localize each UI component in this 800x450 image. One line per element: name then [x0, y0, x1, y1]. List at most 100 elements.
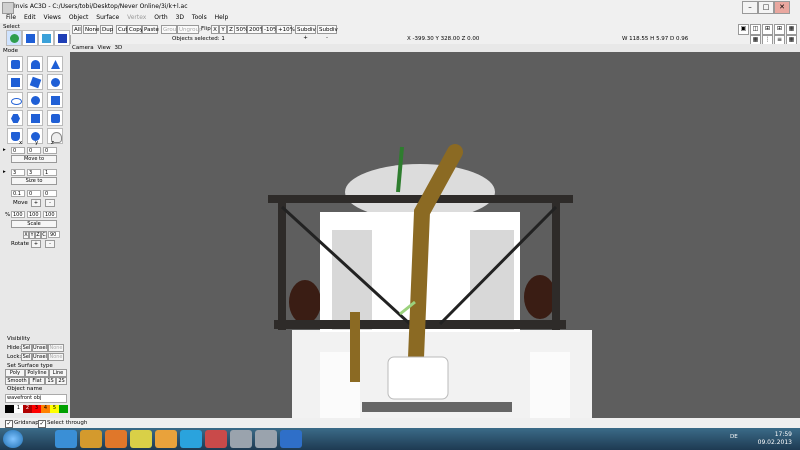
surface-polyline-button[interactable]: Polyline: [25, 369, 49, 377]
minimize-button[interactable]: –: [742, 1, 758, 14]
moveto-x-input[interactable]: 0: [11, 147, 25, 154]
paint-icon[interactable]: [205, 430, 227, 448]
polygon-tool-button[interactable]: [7, 110, 23, 126]
viewport-camera-menu[interactable]: Camera: [72, 45, 94, 51]
layout-grid-icon[interactable]: ▦: [786, 24, 797, 35]
gridsnap-checkbox[interactable]: ✓: [5, 420, 13, 428]
surface-poly-button[interactable]: Poly: [5, 369, 25, 377]
menu-edit[interactable]: Edit: [24, 14, 36, 21]
app-icon[interactable]: [155, 430, 177, 448]
move-x-input[interactable]: 0.1: [11, 190, 25, 197]
flip-y-button[interactable]: Y: [219, 25, 227, 34]
sizeto-x-input[interactable]: 3: [11, 169, 25, 176]
skype-icon[interactable]: [180, 430, 202, 448]
move-z-input[interactable]: 0: [43, 190, 57, 197]
app-second-icon[interactable]: [280, 430, 302, 448]
select-vertex-button[interactable]: [54, 30, 70, 46]
maximize-button[interactable]: □: [758, 1, 774, 14]
menu-tools[interactable]: Tools: [192, 14, 207, 21]
palette-swatch-2[interactable]: 2: [23, 405, 32, 413]
clock[interactable]: 17:59 09.02.2013: [758, 431, 792, 447]
subdiv-plus-button[interactable]: Subdiv +: [295, 25, 316, 41]
cut-button[interactable]: Cut: [116, 25, 127, 34]
select-object-button[interactable]: [22, 30, 38, 46]
rotate-axis-c[interactable]: C: [41, 231, 47, 239]
surface-flat-button[interactable]: Flat: [29, 377, 45, 385]
select-through-checkbox[interactable]: ✓: [38, 420, 46, 428]
menu-file[interactable]: File: [6, 14, 16, 21]
hide-unsel-button[interactable]: Unsel: [32, 344, 48, 352]
sphere-disk-tool-button[interactable]: [27, 92, 43, 108]
media-player-icon[interactable]: [80, 430, 102, 448]
palette-swatch-green[interactable]: [59, 405, 68, 413]
layout-single-icon[interactable]: ▣: [738, 24, 749, 35]
rotate-plus-button[interactable]: +: [31, 240, 41, 248]
lock-none-button[interactable]: None: [48, 353, 64, 361]
scale-tool-button[interactable]: [47, 56, 63, 72]
menu-vertex[interactable]: Vertex: [127, 14, 146, 21]
vertex-tool-button[interactable]: [7, 74, 23, 90]
surface-line-button[interactable]: Line: [49, 369, 67, 377]
layout-quad-icon[interactable]: ⊞: [774, 24, 785, 35]
scale-z-input[interactable]: 100: [43, 211, 57, 218]
zoom-200-button[interactable]: 200%: [247, 25, 265, 34]
group-button[interactable]: Group: [161, 25, 180, 34]
sizeto-y-input[interactable]: 3: [27, 169, 41, 176]
menu-3d[interactable]: 3D: [176, 14, 184, 21]
sizeto-z-input[interactable]: 1: [43, 169, 57, 176]
ungroup-button[interactable]: Ungroup: [177, 25, 203, 34]
palette-swatch-4[interactable]: 4: [41, 405, 50, 413]
menu-surface[interactable]: Surface: [96, 14, 119, 21]
cylinder-tool-button[interactable]: [47, 110, 63, 126]
copy-button[interactable]: Copy: [127, 25, 143, 34]
move-minus-button[interactable]: -: [45, 199, 55, 207]
move-y-input[interactable]: 0: [27, 190, 41, 197]
palette-swatch-1[interactable]: 1: [14, 405, 23, 413]
ellipse-tool-button[interactable]: [7, 92, 23, 108]
layout-double-icon[interactable]: ◫: [750, 24, 761, 35]
ac3d-icon[interactable]: [230, 430, 252, 448]
hide-sel-button[interactable]: Sel: [21, 344, 32, 352]
zoom-minus10-button[interactable]: -10%: [262, 25, 278, 34]
zoom-50-button[interactable]: 50%: [234, 25, 248, 34]
chrome-icon[interactable]: [130, 430, 152, 448]
palette-swatch-black[interactable]: [5, 405, 14, 413]
scale-x-input[interactable]: 100: [11, 211, 25, 218]
move-plus-button[interactable]: +: [31, 199, 41, 207]
menu-orth[interactable]: Orth: [154, 14, 167, 21]
select-none-button[interactable]: None: [83, 25, 99, 34]
menu-views[interactable]: Views: [44, 14, 61, 21]
select-all-button[interactable]: All: [72, 25, 82, 34]
firefox-icon[interactable]: [105, 430, 127, 448]
light-tool-button[interactable]: [47, 128, 63, 144]
box-tool-button[interactable]: [47, 92, 63, 108]
mesh-tool-button[interactable]: [27, 110, 43, 126]
moveto-y-input[interactable]: 0: [27, 147, 41, 154]
surface-smooth-button[interactable]: Smooth: [5, 377, 29, 385]
move-tool-button[interactable]: [7, 56, 23, 72]
surface-2s-button[interactable]: 2S: [56, 377, 67, 385]
line-tool-button[interactable]: [27, 74, 43, 90]
start-orb-icon[interactable]: [3, 430, 23, 448]
object-name-input[interactable]: wavefront obj: [5, 394, 67, 403]
paste-button[interactable]: Paste: [142, 25, 159, 34]
viewport-view-menu[interactable]: View: [98, 45, 111, 51]
subdiv-minus-button[interactable]: Subdiv -: [317, 25, 338, 41]
layout-triple-icon[interactable]: ⊞: [762, 24, 773, 35]
menu-help[interactable]: Help: [215, 14, 229, 21]
scale-y-input[interactable]: 100: [27, 211, 41, 218]
rotate-tool-button[interactable]: [27, 56, 43, 72]
palette-swatch-5[interactable]: 5: [50, 405, 59, 413]
close-button[interactable]: ✕: [774, 1, 790, 14]
zoom-plus10-button[interactable]: +10%: [276, 25, 295, 34]
3d-viewport[interactable]: [70, 52, 800, 419]
hide-none-button[interactable]: None: [48, 344, 64, 352]
ac3d-second-icon[interactable]: [255, 430, 277, 448]
moveto-z-input[interactable]: 0: [43, 147, 57, 154]
lock-unsel-button[interactable]: Unsel: [32, 353, 48, 361]
rotate-angle-input[interactable]: 90: [48, 231, 60, 238]
size-to-button[interactable]: Size to: [11, 177, 57, 185]
menu-object[interactable]: Object: [69, 14, 89, 21]
internet-explorer-icon[interactable]: [55, 430, 77, 448]
surface-1s-button[interactable]: 1S: [45, 377, 56, 385]
